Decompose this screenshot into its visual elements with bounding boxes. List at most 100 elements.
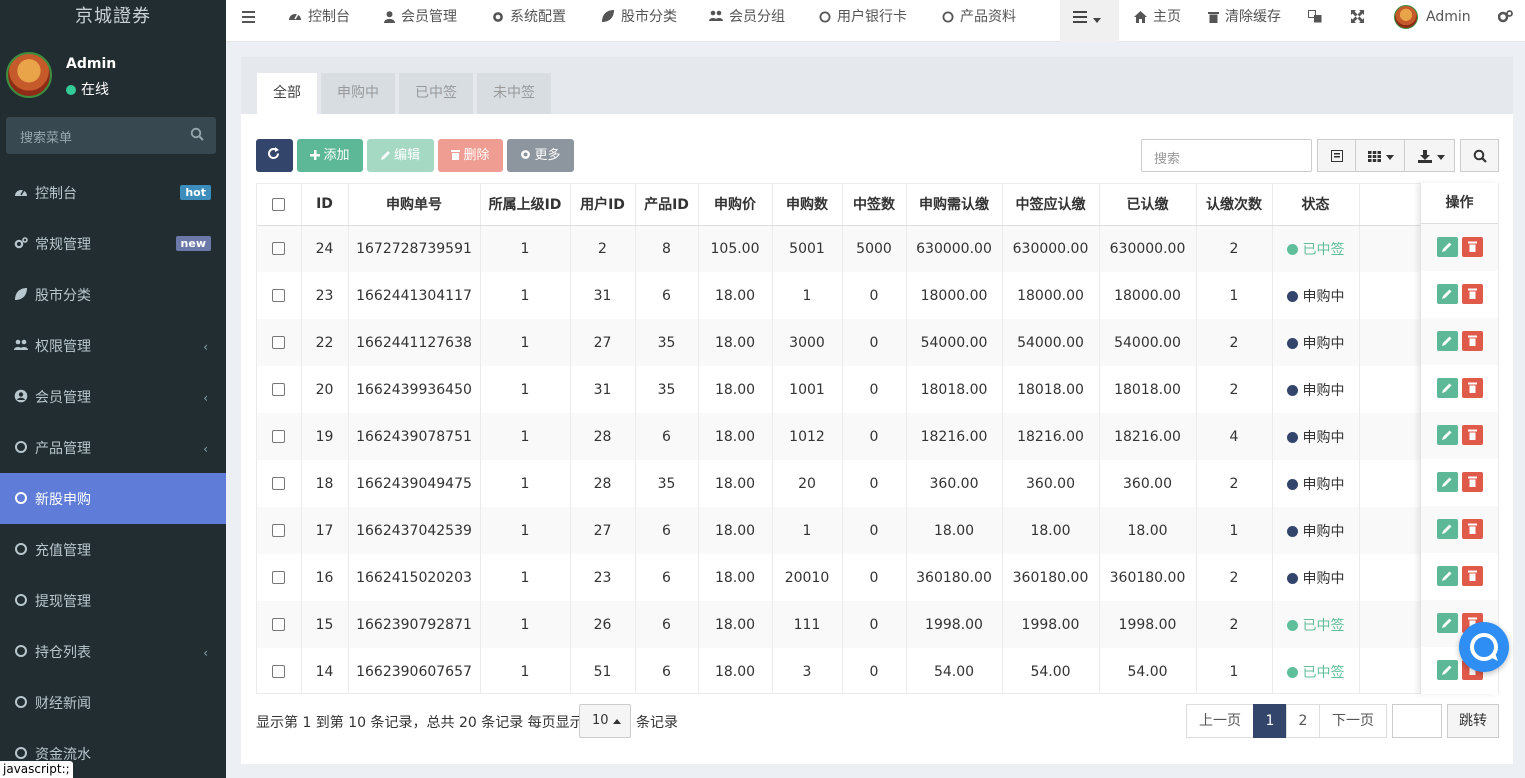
tab-won[interactable]: 已中签 [399,73,473,114]
column-header[interactable]: 用户ID [570,184,636,226]
row-delete-button[interactable] [1462,519,1483,539]
table-row[interactable]: 23 1662441304117 1 31 6 18.00 1 0 18000.00 18000.… [257,272,1498,319]
row-checkbox[interactable] [272,336,286,349]
brand-logo[interactable]: 京城證券 [0,0,226,34]
table-row[interactable]: 17 1662437042539 1 27 6 18.00 1 0 18.00 18.00 18.0… [257,507,1498,554]
prev-page-button[interactable]: 上一页 [1186,704,1254,738]
top-tab-4[interactable]: 会员分组 [709,0,785,42]
row-checkbox[interactable] [272,477,286,490]
row-checkbox[interactable] [272,430,286,443]
row-checkbox[interactable] [272,571,286,584]
sidebar-item-4[interactable]: 会员管理 ‹ [0,371,226,422]
row-edit-button[interactable] [1437,472,1458,492]
row-edit-button[interactable] [1437,660,1458,680]
column-header[interactable]: ID [301,184,349,226]
row-edit-button[interactable] [1437,284,1458,304]
row-edit-button[interactable] [1437,566,1458,586]
page-2-button[interactable]: 2 [1286,704,1320,738]
sidebar-item-10[interactable]: 财经新闻 [0,677,226,728]
table-row[interactable]: 24 1672728739591 1 2 8 105.00 5001 5000 630000.0… [257,225,1498,272]
columns-dropdown-button[interactable] [1355,139,1405,172]
column-header[interactable]: 产品ID [635,184,699,226]
search-button[interactable] [1460,139,1499,172]
tab-list-dropdown[interactable] [1060,0,1119,42]
edit-button[interactable]: 编辑 [367,139,434,172]
table-row[interactable]: 20 1662439936450 1 31 35 18.00 1001 0 18018.00 18… [257,366,1498,413]
sidebar-item-2[interactable]: 股市分类 [0,269,226,320]
sidebar-item-3[interactable]: 权限管理 ‹ [0,320,226,371]
settings-icon[interactable] [1497,0,1519,42]
more-button[interactable]: 更多 [507,139,574,172]
column-header[interactable]: 中签应认缴 [1002,184,1100,226]
row-delete-button[interactable] [1462,331,1483,351]
row-checkbox[interactable] [272,289,286,302]
toggle-view-button[interactable] [1317,139,1356,172]
menu-search-input[interactable]: 搜索菜单 [6,117,216,154]
row-delete-button[interactable] [1462,566,1483,586]
table-search-input[interactable]: 搜索 [1141,139,1312,172]
admin-menu[interactable]: Admin [1394,0,1471,42]
page-size-dropdown[interactable]: 10 [579,704,631,738]
row-delete-button[interactable] [1462,472,1483,492]
row-checkbox[interactable] [272,383,286,396]
table-row[interactable]: 18 1662439049475 1 28 35 18.00 20 0 360.00 360.00… [257,460,1498,507]
tab-applying[interactable]: 申购中 [321,73,395,114]
column-header[interactable]: 所属上级ID [480,184,571,226]
row-edit-button[interactable] [1437,237,1458,257]
language-icon[interactable] [1308,0,1328,42]
tab-all[interactable]: 全部 [257,73,317,114]
sidebar-item-6[interactable]: 新股申购 [0,473,226,524]
row-edit-button[interactable] [1437,519,1458,539]
column-header[interactable]: 认缴次数 [1196,184,1273,226]
export-dropdown-button[interactable] [1404,139,1455,172]
sidebar-item-7[interactable]: 充值管理 [0,524,226,575]
top-tab-1[interactable]: 会员管理 [384,0,457,42]
tab-not-won[interactable]: 未中签 [477,73,551,114]
top-tab-0[interactable]: 控制台 [288,0,350,42]
top-tab-6[interactable]: 产品资料 [942,0,1016,42]
page-1-button[interactable]: 1 [1253,704,1287,738]
column-header[interactable]: 申购数 [772,184,843,226]
home-link[interactable]: 主页 [1134,0,1181,42]
sidebar-toggle-icon[interactable] [242,0,261,42]
table-row[interactable]: 19 1662439078751 1 28 6 18.00 1012 0 18216.00 182… [257,413,1498,460]
delete-button[interactable]: 删除 [438,139,503,172]
row-checkbox[interactable] [272,618,286,631]
column-header[interactable]: 中签数 [842,184,907,226]
column-header[interactable]: 申购需认缴 [906,184,1003,226]
column-header[interactable]: 申购价 [698,184,773,226]
row-checkbox[interactable] [272,242,286,256]
column-header[interactable]: 状态 [1272,184,1360,226]
select-all-checkbox[interactable] [272,197,286,211]
row-edit-button[interactable] [1437,378,1458,398]
chat-bubble-icon[interactable] [1459,622,1509,672]
row-edit-button[interactable] [1437,425,1458,445]
table-row[interactable]: 14 1662390607657 1 51 6 18.00 3 0 54.00 54.00 54.0… [257,648,1498,693]
row-edit-button[interactable] [1437,331,1458,351]
table-row[interactable]: 22 1662441127638 1 27 35 18.00 3000 0 54000.00 54… [257,319,1498,366]
top-tab-2[interactable]: 系统配置 [492,0,566,42]
jump-page-input[interactable] [1392,704,1442,738]
row-delete-button[interactable] [1462,425,1483,445]
table-row[interactable]: 15 1662390792871 1 26 6 18.00 111 0 1998.00 1998.… [257,601,1498,648]
row-checkbox[interactable] [272,524,286,537]
next-page-button[interactable]: 下一页 [1319,704,1387,738]
sidebar-item-9[interactable]: 持仓列表 ‹ [0,626,226,677]
clear-cache-button[interactable]: 清除缓存 [1208,0,1281,42]
jump-button[interactable]: 跳转 [1447,704,1499,738]
row-checkbox[interactable] [272,665,286,678]
row-edit-button[interactable] [1437,613,1458,633]
row-delete-button[interactable] [1462,284,1483,304]
table-row[interactable]: 16 1662415020203 1 23 6 18.00 20010 0 360180.00 3… [257,554,1498,601]
column-header[interactable]: 申购单号 [348,184,481,226]
column-header[interactable]: 已认缴 [1099,184,1197,226]
sidebar-item-0[interactable]: 控制台 hot [0,167,226,218]
refresh-button[interactable] [256,139,293,172]
top-tab-3[interactable]: 股市分类 [601,0,677,42]
fullscreen-icon[interactable] [1351,0,1370,42]
sidebar-item-5[interactable]: 产品管理 ‹ [0,422,226,473]
add-button[interactable]: 添加 [297,139,363,172]
row-delete-button[interactable] [1462,378,1483,398]
sidebar-item-8[interactable]: 提现管理 [0,575,226,626]
sidebar-item-1[interactable]: 常规管理 new [0,218,226,269]
